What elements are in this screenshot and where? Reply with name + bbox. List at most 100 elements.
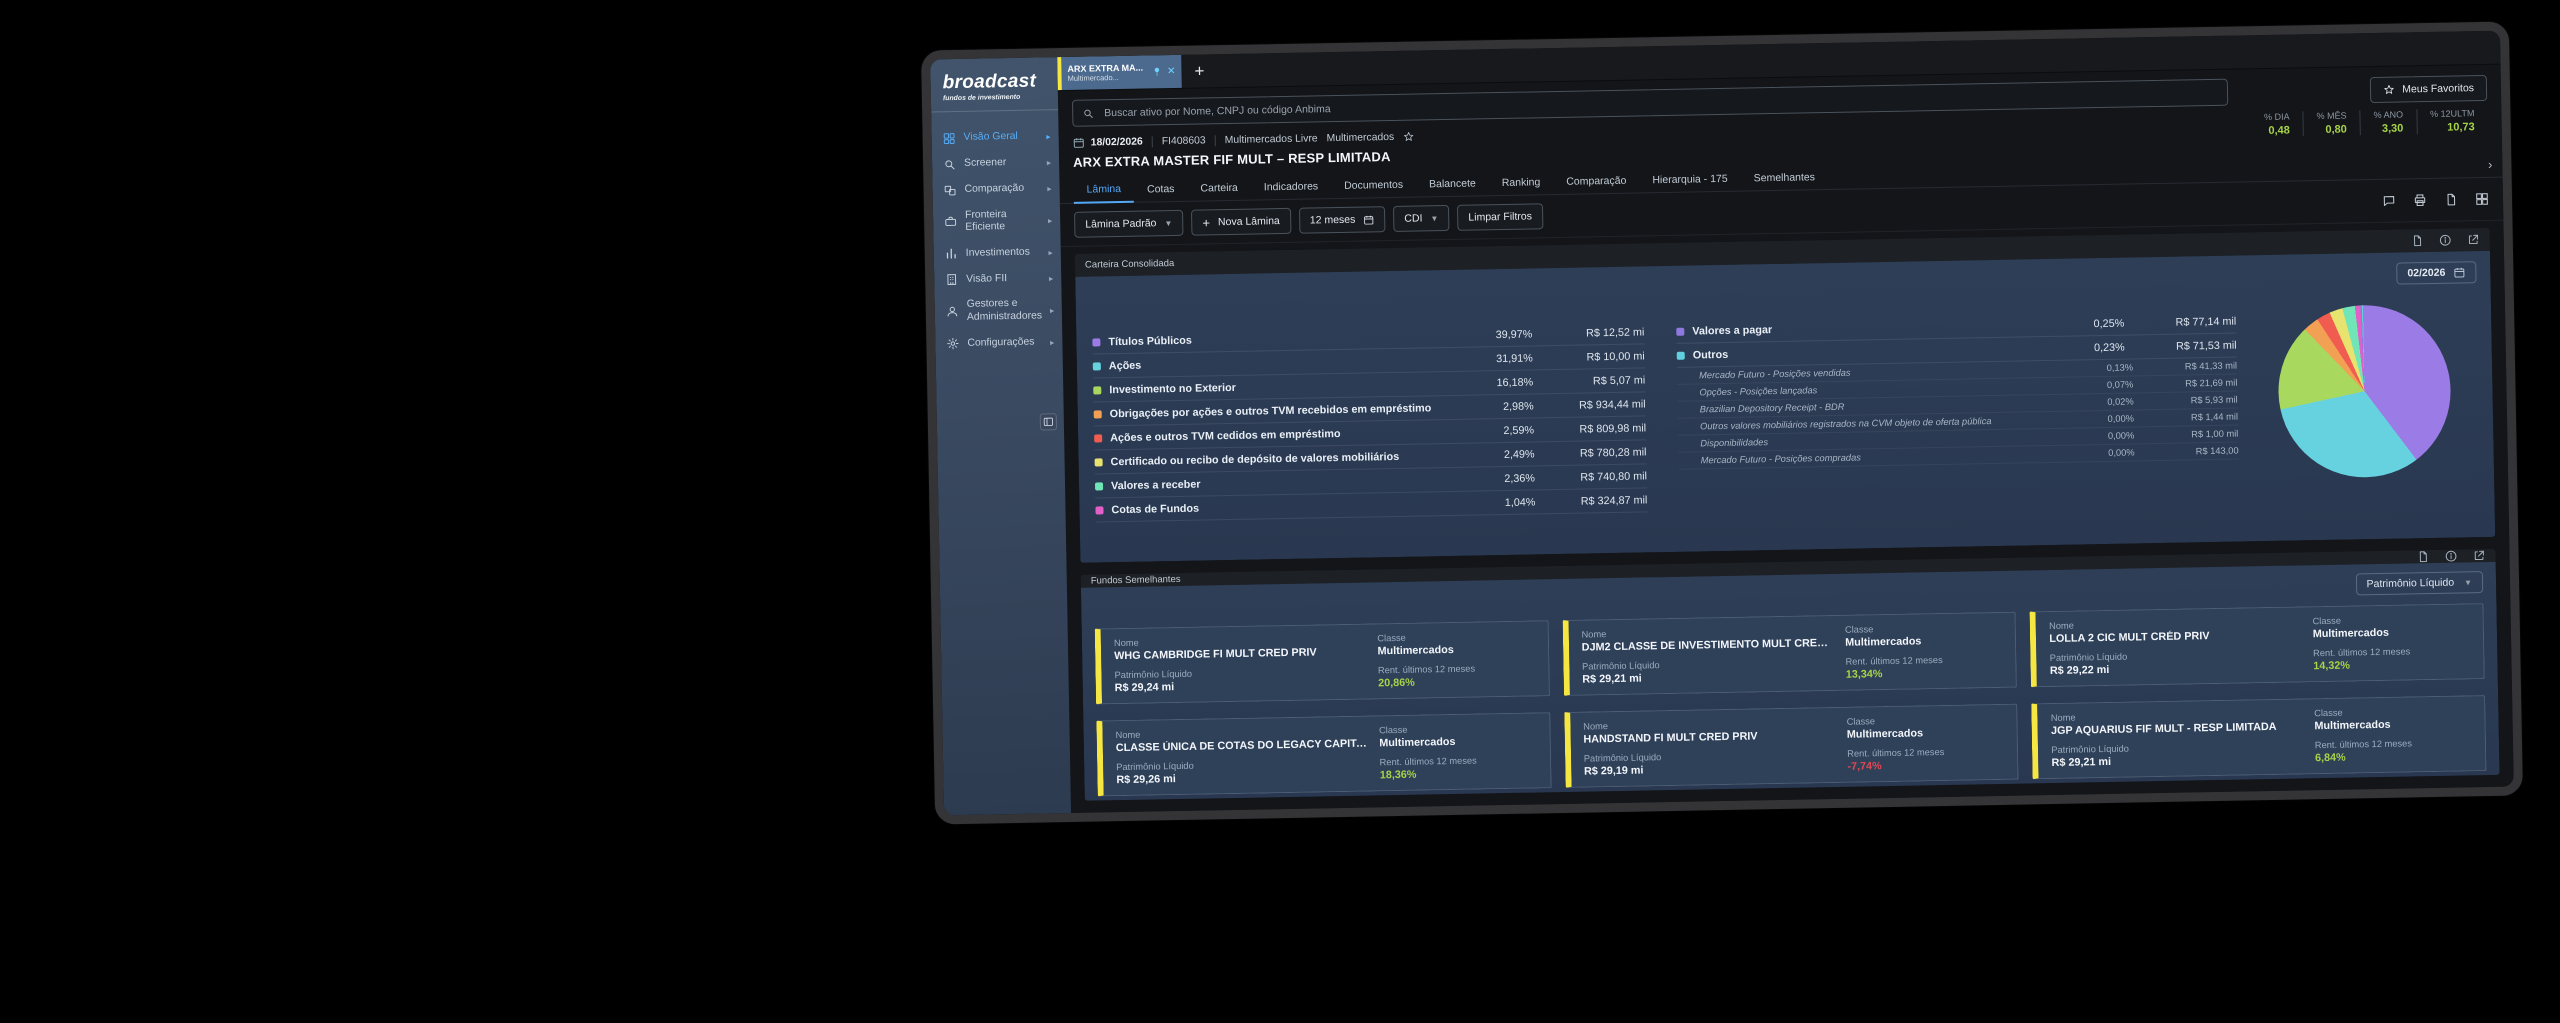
print-icon[interactable]	[2413, 193, 2427, 207]
tab-hierarquia[interactable]: Hierarquia - 175	[1639, 169, 1741, 193]
sub-value: R$ 21,69 mil	[2133, 378, 2237, 390]
clear-filters-button[interactable]: Limpar Filtros	[1457, 203, 1543, 231]
external-link-icon[interactable]	[2472, 549, 2485, 562]
tab-balancete[interactable]: Balancete	[1416, 173, 1489, 196]
sub-value: R$ 1,00 mil	[2134, 429, 2238, 441]
sidebar-item-visao-geral[interactable]: Visão Geral ▸	[931, 123, 1058, 151]
layout-grid-icon[interactable]	[2475, 192, 2489, 206]
file-icon[interactable]	[2411, 234, 2424, 247]
tab-comparacao[interactable]: Comparação	[1553, 170, 1640, 194]
chevron-right-icon: ▸	[1047, 183, 1051, 193]
tab-indicadores[interactable]: Indicadores	[1251, 176, 1332, 199]
field-label: Classe	[2312, 613, 2469, 626]
month-picker[interactable]: 02/2026	[2396, 261, 2476, 284]
period-button[interactable]: 12 meses	[1299, 206, 1386, 234]
panel-header-icons	[2411, 233, 2480, 247]
allocation-value: R$ 780,28 mil	[1542, 446, 1646, 460]
tab-semelhantes[interactable]: Semelhantes	[1740, 167, 1828, 191]
stat-12ultm: % 12ULTM 10,73	[2416, 108, 2488, 134]
similar-fund-card[interactable]: NomeDJM2 CLASSE DE INVESTIMENTO MULT CRE…	[1562, 612, 2017, 696]
similar-fund-card[interactable]: NomeCLASSE ÚNICA DE COTAS DO LEGACY CAPI…	[1096, 712, 1551, 796]
person-icon	[946, 305, 959, 318]
fund-name: DJM2 CLASSE DE INVESTIMENTO MULT CRED PR…	[1582, 637, 1834, 654]
stat-mes: % MÊS 0,80	[2302, 110, 2359, 136]
chevron-right-icon: ▸	[1048, 247, 1052, 257]
sub-pct: 0,00%	[2073, 447, 2135, 458]
preset-dropdown[interactable]: Lâmina Padrão ▼	[1074, 210, 1184, 238]
sidebar-item-comparacao[interactable]: Comparação ▸	[932, 175, 1059, 203]
benchmark-dropdown[interactable]: CDI ▼	[1393, 205, 1449, 232]
toolbar-icons	[2382, 192, 2489, 208]
sidebar-item-configuracoes[interactable]: Configurações ▸	[935, 329, 1062, 357]
sidebar-item-investimentos[interactable]: Investimentos ▸	[934, 239, 1061, 267]
allocation-value: R$ 934,44 mil	[1542, 398, 1646, 412]
fund-return: 14,32%	[2313, 657, 2470, 672]
calendar-icon	[1073, 137, 1085, 149]
file-icon[interactable]	[2444, 192, 2458, 206]
legend-swatch	[1095, 458, 1103, 466]
comment-icon[interactable]	[2382, 194, 2396, 208]
fund-tab[interactable]: ARX EXTRA MA... Multimercado... ✕	[1057, 55, 1182, 90]
sub-pct: 0,02%	[2072, 396, 2134, 407]
grid-icon	[943, 131, 956, 144]
allocation-label: Valores a receber	[1111, 473, 1465, 491]
carteira-body: 02/2026 Títulos Públicos39,97%R$ 12,52 m…	[1075, 251, 2495, 563]
calendar-icon	[2453, 266, 2465, 278]
sidebar-item-visao-fii[interactable]: Visão FII ▸	[934, 265, 1061, 293]
sidebar-collapse-toggle[interactable]	[1040, 413, 1057, 430]
allocation-tables: Títulos Públicos39,97%R$ 12,52 mi Ações3…	[1092, 305, 2478, 522]
sub-value: R$ 143,00	[2135, 446, 2239, 458]
pin-icon[interactable]	[1151, 66, 1162, 77]
sub-pct: 0,13%	[2071, 362, 2133, 373]
tab-documentos[interactable]: Documentos	[1331, 175, 1416, 199]
similar-fund-card[interactable]: NomeJGP AQUARIUS FIF MULT - RESP LIMITAD…	[2032, 695, 2487, 779]
allocation-pct: 0,23%	[2063, 341, 2125, 354]
allocation-label: Obrigações por ações e outros TVM recebi…	[1110, 401, 1464, 419]
similar-fund-card[interactable]: NomeHANDSTAND FI MULT CRED PRIV ClasseMu…	[1564, 704, 2019, 788]
fund-date: 18/02/2026	[1073, 136, 1143, 149]
sort-dropdown[interactable]: Patrimônio Líquido ▼	[2355, 571, 2483, 595]
fund-class: Multimercados	[1847, 726, 2004, 741]
close-icon[interactable]: ✕	[1167, 66, 1176, 77]
allocation-label: Cotas de Fundos	[1111, 497, 1465, 515]
new-sheet-button[interactable]: + Nova Lâmina	[1191, 208, 1291, 236]
tab-ranking[interactable]: Ranking	[1489, 172, 1554, 195]
allocation-table-left: Títulos Públicos39,97%R$ 12,52 mi Ações3…	[1092, 320, 1647, 522]
field-label: Classe	[1379, 722, 1536, 735]
sidebar-item-gestores-administradores[interactable]: Gestores e Administradores ▸	[934, 291, 1062, 331]
tab-cotas[interactable]: Cotas	[1134, 179, 1188, 202]
external-link-icon[interactable]	[2467, 233, 2480, 246]
info-icon[interactable]	[2444, 550, 2457, 563]
legend-swatch	[1095, 482, 1103, 490]
legend-swatch	[1095, 506, 1103, 514]
divider	[1152, 136, 1153, 147]
fund-name: JGP AQUARIUS FIF MULT - RESP LIMITADA	[2051, 720, 2303, 737]
info-icon[interactable]	[2439, 234, 2452, 247]
sidebar-item-label: Gestores e Administradores	[967, 298, 1043, 324]
tab-lamina[interactable]: Lâmina	[1073, 179, 1134, 204]
similar-fund-card[interactable]: NomeWHG CAMBRIDGE FI MULT CRED PRIV Clas…	[1095, 620, 1550, 704]
similar-fund-card[interactable]: NomeLOLLA 2 CIC MULT CRÉD PRIV ClasseMul…	[2030, 603, 2485, 687]
favorite-star-icon[interactable]	[1403, 131, 1415, 143]
fund-aum: R$ 29,21 mi	[2052, 752, 2304, 769]
field-label: Rent. últimos 12 meses	[1380, 754, 1537, 767]
app-window: broadcast fundos de investimento Visão G…	[921, 22, 2523, 825]
fund-aum: R$ 29,24 mi	[1115, 678, 1367, 695]
allocation-pct: 2,36%	[1473, 472, 1535, 485]
fund-aum: R$ 29,19 mi	[1584, 761, 1836, 778]
tabs-overflow-chevron[interactable]: ›	[2488, 157, 2493, 172]
sidebar-item-screener[interactable]: Screener ▸	[932, 149, 1059, 177]
field-label: Rent. últimos 12 meses	[2315, 737, 2472, 750]
gear-icon	[946, 337, 959, 350]
tab-carteira[interactable]: Carteira	[1187, 178, 1251, 201]
search-icon	[1082, 107, 1094, 119]
search-input[interactable]	[1102, 85, 2218, 119]
favorites-button[interactable]: Meus Favoritos	[2370, 74, 2487, 102]
allocation-pct: 0,25%	[2062, 317, 2124, 330]
fund-name: CLASSE ÚNICA DE COTAS DO LEGACY CAPITAL …	[1116, 738, 1368, 755]
chevron-right-icon: ▸	[1047, 157, 1051, 167]
sidebar-item-fronteira-eficiente[interactable]: Fronteira Eficiente ▸	[933, 201, 1061, 241]
new-tab-button[interactable]: +	[1181, 54, 1218, 88]
fund-class: Multimercados	[1845, 634, 2002, 649]
file-icon[interactable]	[2416, 550, 2429, 563]
